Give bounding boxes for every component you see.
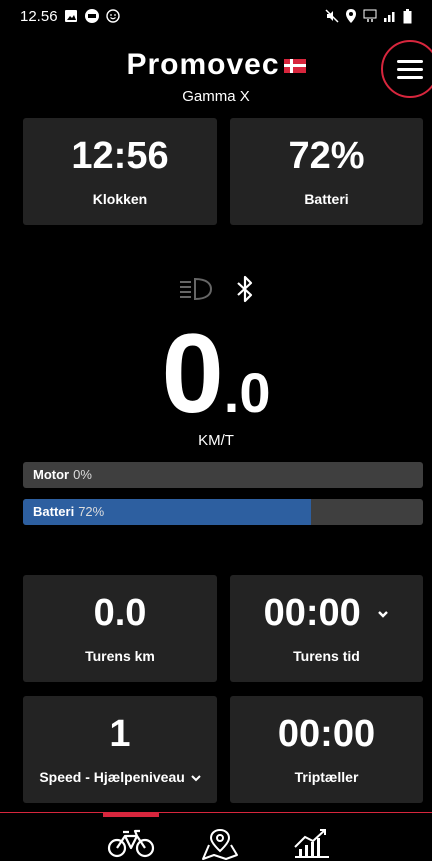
nav-bike[interactable] — [103, 827, 159, 861]
messenger-icon — [84, 9, 99, 23]
battery-value: 72% — [288, 134, 365, 177]
map-icon — [202, 828, 238, 860]
brand-logo-text: Promovec — [126, 48, 280, 81]
data-icon — [363, 9, 377, 22]
brand-logo: Promovec — [0, 48, 432, 82]
motor-bar-text: Motor 0% — [33, 462, 92, 488]
assist-level-label-text: Speed - Hjælpeniveau — [39, 768, 185, 785]
status-icons-row — [0, 275, 432, 303]
danish-flag-icon — [283, 59, 306, 74]
trip-counter-value: 00:00 — [277, 712, 376, 755]
clock-tile: 12:56 Klokken — [23, 118, 217, 225]
nav-stats[interactable] — [283, 827, 339, 861]
speed-integer: 0 — [161, 311, 224, 436]
trip-time-value: 00:00 — [264, 594, 390, 632]
speed-display: 0.0 — [0, 318, 432, 430]
battery-tile: 72% Batteri — [230, 118, 423, 225]
location-icon — [346, 9, 356, 23]
model-name: Gamma X — [182, 88, 250, 105]
hamburger-icon — [397, 55, 423, 84]
image-icon — [64, 10, 77, 22]
bike-icon — [107, 829, 155, 858]
status-bar: 12.56 — [0, 0, 432, 32]
trip-km-label: Turens km — [85, 647, 155, 664]
motor-bar-label: Motor — [33, 467, 70, 482]
motor-bar: Motor 0% — [23, 462, 423, 488]
menu-button[interactable] — [381, 40, 432, 98]
trip-km-value: 0.0 — [93, 591, 147, 634]
battery-bar-label: Batteri — [33, 504, 75, 519]
signal-icon — [384, 12, 395, 22]
battery-bar-value: 72% — [78, 504, 105, 519]
smiley-icon — [105, 9, 120, 23]
nav-map[interactable] — [192, 827, 248, 861]
stats-icon — [294, 829, 329, 858]
chevron-down-icon[interactable] — [377, 609, 389, 619]
active-tab-indicator — [103, 812, 159, 817]
battery-label: Batteri — [304, 190, 349, 207]
motor-bar-value: 0% — [73, 467, 92, 482]
trip-km-tile: 0.0 Turens km — [23, 575, 217, 682]
bottom-nav — [0, 812, 432, 861]
assist-level-value: 1 — [109, 712, 131, 755]
trip-time-label: Turens tid — [293, 647, 360, 664]
assist-level-tile[interactable]: 1 Speed - Hjælpeniveau — [23, 696, 217, 803]
clock-label: Klokken — [92, 190, 148, 207]
chevron-down-icon[interactable] — [190, 774, 201, 782]
battery-bar-text: Batteri 72% — [33, 499, 104, 525]
speed-decimal: .0 — [223, 361, 271, 424]
trip-time-value-text: 00:00 — [263, 591, 361, 634]
bluetooth-icon[interactable] — [235, 275, 255, 303]
assist-level-label: Speed - Hjælpeniveau — [39, 768, 201, 785]
mute-icon — [325, 9, 339, 23]
clock-value: 12:56 — [71, 134, 169, 177]
trip-time-tile[interactable]: 00:00 Turens tid — [230, 575, 423, 682]
status-time: 12.56 — [20, 7, 58, 25]
battery-icon — [403, 8, 412, 23]
trip-counter-tile: 00:00 Triptæller — [230, 696, 423, 803]
battery-bar: Batteri 72% — [23, 499, 423, 525]
app-screen: 12.56 Promovec Gamma X 12:56 Klokken 72%… — [0, 0, 432, 861]
speed-unit: KM/T — [198, 432, 234, 449]
trip-counter-label: Triptæller — [294, 768, 359, 785]
headlight-icon[interactable] — [177, 276, 213, 302]
